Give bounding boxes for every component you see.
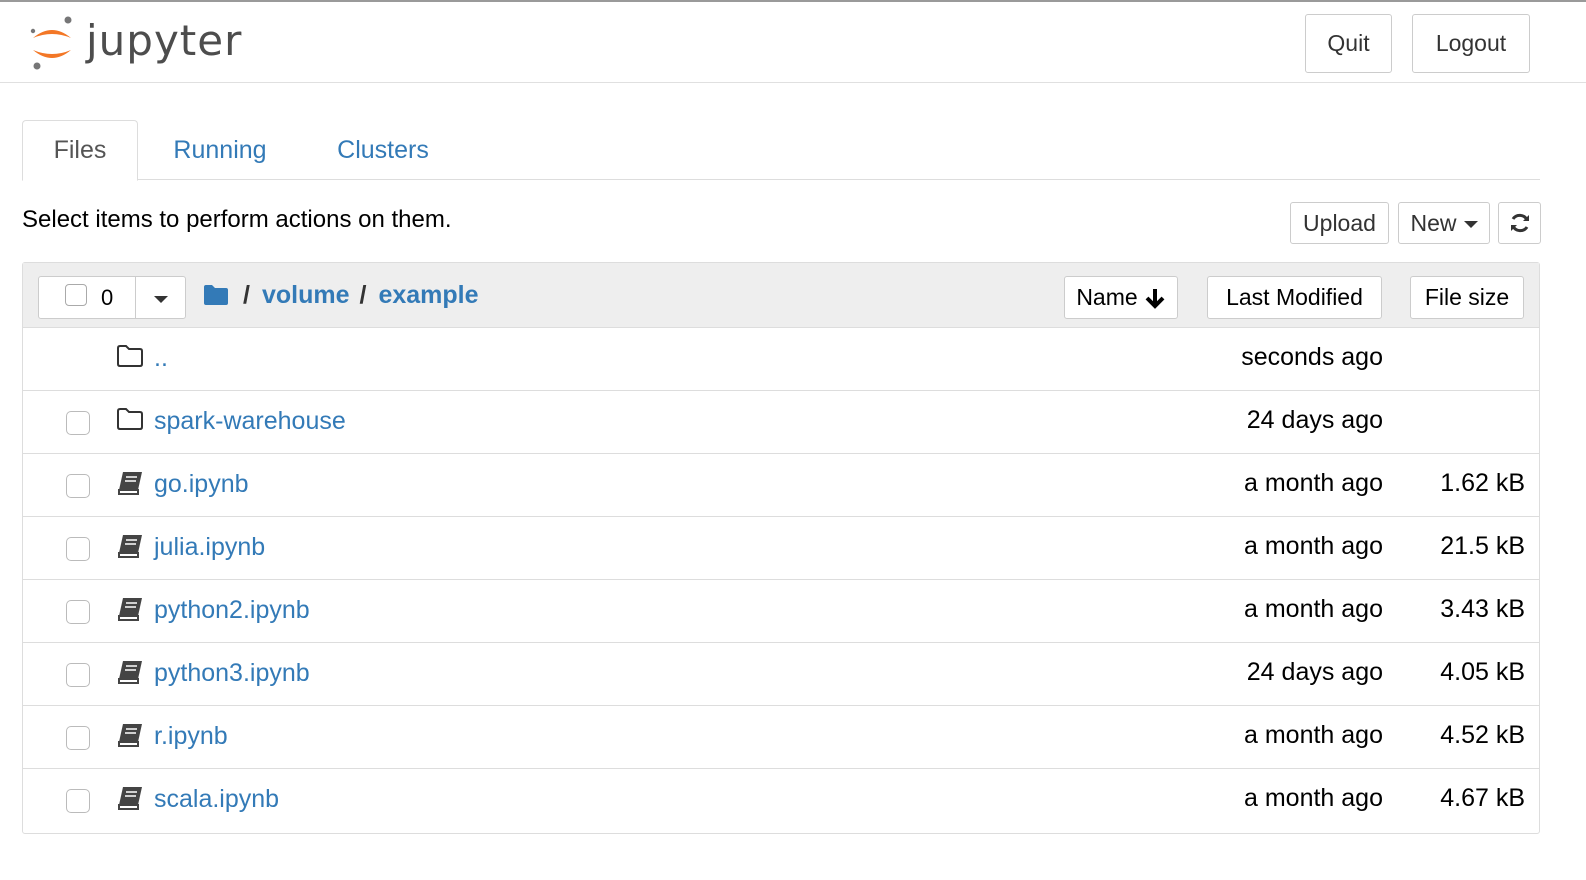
caret-down-icon: [1463, 221, 1478, 228]
file-row[interactable]: r.ipynb a month ago 4.52 kB: [23, 706, 1539, 769]
file-row[interactable]: .. seconds ago: [23, 328, 1539, 391]
jupyter-logo-icon: [30, 16, 72, 70]
last-modified: seconds ago: [1241, 343, 1383, 371]
file-size: 4.52 kB: [1440, 721, 1525, 749]
file-size: 21.5 kB: [1440, 532, 1525, 560]
notebook-icon: [116, 785, 144, 813]
folder-icon: [116, 407, 144, 435]
sort-file-size-button[interactable]: File size: [1410, 276, 1524, 319]
refresh-button[interactable]: [1498, 202, 1541, 244]
file-size: 1.62 kB: [1440, 469, 1525, 497]
breadcrumb-example[interactable]: example: [378, 281, 478, 310]
file-name-link[interactable]: scala.ipynb: [154, 785, 279, 814]
file-name-link[interactable]: ..: [154, 344, 168, 373]
sort-last-modified-button[interactable]: Last Modified: [1207, 276, 1382, 319]
breadcrumb-separator: /: [359, 280, 367, 309]
jupyter-logo[interactable]: jupyter: [28, 14, 248, 72]
logout-button[interactable]: Logout: [1412, 14, 1530, 73]
last-modified: 24 days ago: [1246, 406, 1383, 434]
row-checkbox[interactable]: [66, 600, 90, 624]
notebook-icon: [116, 659, 144, 687]
row-checkbox[interactable]: [66, 411, 90, 435]
row-checkbox[interactable]: [66, 789, 90, 813]
breadcrumb-separator: /: [243, 280, 250, 309]
file-list-panel: 0 / volume / example Name Last Modified …: [22, 262, 1540, 834]
sort-name-button[interactable]: Name: [1064, 276, 1178, 319]
file-row[interactable]: go.ipynb a month ago 1.62 kB: [23, 454, 1539, 517]
last-modified: a month ago: [1244, 721, 1383, 749]
file-row[interactable]: julia.ipynb a month ago 21.5 kB: [23, 517, 1539, 580]
caret-down-icon: [154, 295, 168, 303]
tab-bar: Files Running Clusters: [22, 120, 1540, 181]
folder-icon: [116, 344, 144, 372]
select-all-checkbox[interactable]: [65, 284, 87, 306]
top-bar: jupyter Quit Logout: [0, 0, 1586, 83]
file-row[interactable]: spark-warehouse 24 days ago: [23, 391, 1539, 454]
last-modified: a month ago: [1244, 595, 1383, 623]
last-modified: a month ago: [1244, 784, 1383, 812]
file-list-header: 0 / volume / example Name Last Modified …: [23, 263, 1539, 328]
file-size: 4.67 kB: [1440, 784, 1525, 812]
new-label: New: [1410, 209, 1457, 236]
notebook-icon: [116, 722, 144, 750]
file-name-link[interactable]: python3.ipynb: [154, 659, 310, 688]
upload-button[interactable]: Upload: [1290, 202, 1389, 244]
sort-name-label: Name: [1076, 284, 1138, 310]
tab-files[interactable]: Files: [22, 120, 138, 181]
quit-button[interactable]: Quit: [1305, 14, 1392, 73]
notebook-icon: [116, 470, 144, 498]
last-modified: 24 days ago: [1246, 658, 1383, 686]
selected-count: 0: [101, 285, 114, 310]
file-size: 4.05 kB: [1440, 658, 1525, 686]
tab-running[interactable]: Running: [154, 120, 286, 180]
select-dropdown-button[interactable]: [135, 277, 186, 318]
refresh-icon: [1510, 213, 1529, 233]
file-row[interactable]: python2.ipynb a month ago 3.43 kB: [23, 580, 1539, 643]
row-checkbox[interactable]: [66, 474, 90, 498]
breadcrumb: / volume / example: [203, 279, 479, 311]
tab-clusters[interactable]: Clusters: [316, 120, 450, 180]
file-size: 3.43 kB: [1440, 595, 1525, 623]
file-row[interactable]: scala.ipynb a month ago 4.67 kB: [23, 769, 1539, 832]
file-name-link[interactable]: julia.ipynb: [154, 533, 265, 562]
last-modified: a month ago: [1244, 469, 1383, 497]
select-all-group: 0: [38, 276, 186, 319]
logo-text: jupyter: [86, 16, 243, 65]
folder-solid-icon[interactable]: [203, 284, 229, 306]
row-checkbox[interactable]: [66, 663, 90, 687]
file-row[interactable]: python3.ipynb 24 days ago 4.05 kB: [23, 643, 1539, 706]
breadcrumb-volume[interactable]: volume: [262, 281, 350, 310]
row-checkbox[interactable]: [66, 726, 90, 750]
notebook-icon: [116, 533, 144, 561]
arrow-down-icon: [1145, 288, 1165, 309]
row-checkbox[interactable]: [66, 537, 90, 561]
file-name-link[interactable]: r.ipynb: [154, 722, 228, 751]
notebook-icon: [116, 596, 144, 624]
last-modified: a month ago: [1244, 532, 1383, 560]
new-dropdown-button[interactable]: New: [1398, 202, 1490, 244]
selection-hint: Select items to perform actions on them.: [22, 206, 452, 233]
file-name-link[interactable]: python2.ipynb: [154, 596, 310, 625]
file-name-link[interactable]: spark-warehouse: [154, 407, 346, 436]
file-name-link[interactable]: go.ipynb: [154, 470, 249, 499]
